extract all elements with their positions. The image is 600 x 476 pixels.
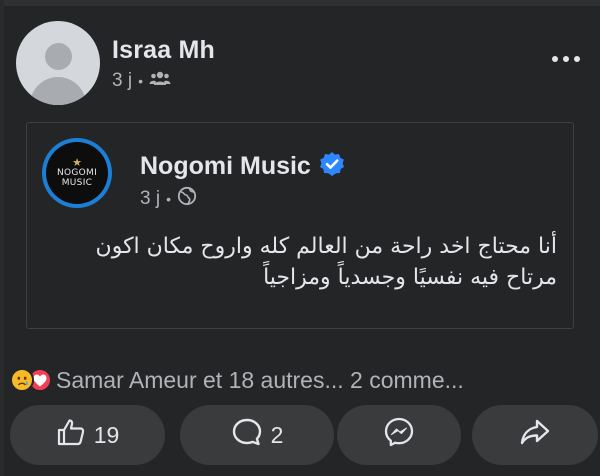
friends-icon[interactable] [149,70,171,92]
share-arrow-icon [519,417,551,453]
logo-text-line2: MUSIC [61,178,93,188]
comment-bubble-icon [231,417,263,453]
avatar-silhouette-head [45,43,72,70]
reactions-summary[interactable]: Samar Ameur et 18 autres... 2 comme... [10,364,464,396]
more-dot [552,56,558,62]
comment-count: 2 [270,421,284,448]
avatar-silhouette-body [30,77,86,105]
author-avatar[interactable] [16,21,100,105]
post-timestamp[interactable]: 3 j [112,70,132,92]
reaction-icons [10,368,52,392]
verified-badge-icon [319,151,345,182]
more-dot [574,56,580,62]
star-icon: ★ [72,157,82,169]
logo-text-line1: NOGOMI [56,168,98,178]
sad-reaction-icon [10,368,34,392]
shared-post-text: أنا محتاج اخد راحة من العالم كله واروح م… [95,234,557,290]
meta-separator: • [166,191,171,207]
shared-post-meta: 3 j • [140,186,197,212]
page-name[interactable]: Nogomi Music [140,152,311,181]
page-logo-inner: ★ NOGOMI MUSIC [46,142,108,204]
top-divider [0,0,600,6]
more-dot [563,56,569,62]
comment-button[interactable]: 2 [180,405,334,465]
author-name[interactable]: Israa Mh [112,36,215,65]
left-divider [0,0,4,476]
shared-post-card[interactable]: ★ NOGOMI MUSIC Nogomi Music 3 j • أنا مح… [26,122,574,329]
page-name-row: Nogomi Music [140,151,345,182]
messenger-send-button[interactable] [337,405,461,465]
like-count: 19 [93,421,120,448]
messenger-icon [383,416,415,454]
post-meta: 3 j • [112,70,171,92]
like-button[interactable]: 19 [10,405,165,465]
globe-icon[interactable] [177,186,197,212]
more-options-icon[interactable] [544,44,588,74]
meta-separator: • [138,73,143,89]
shared-post-timestamp[interactable]: 3 j [140,188,160,210]
reactions-text[interactable]: Samar Ameur et 18 autres... 2 comme... [56,367,464,394]
share-button[interactable] [472,405,598,465]
thumbs-up-icon [56,417,86,453]
action-bar: 19 2 [10,405,598,467]
page-logo[interactable]: ★ NOGOMI MUSIC [42,138,112,208]
